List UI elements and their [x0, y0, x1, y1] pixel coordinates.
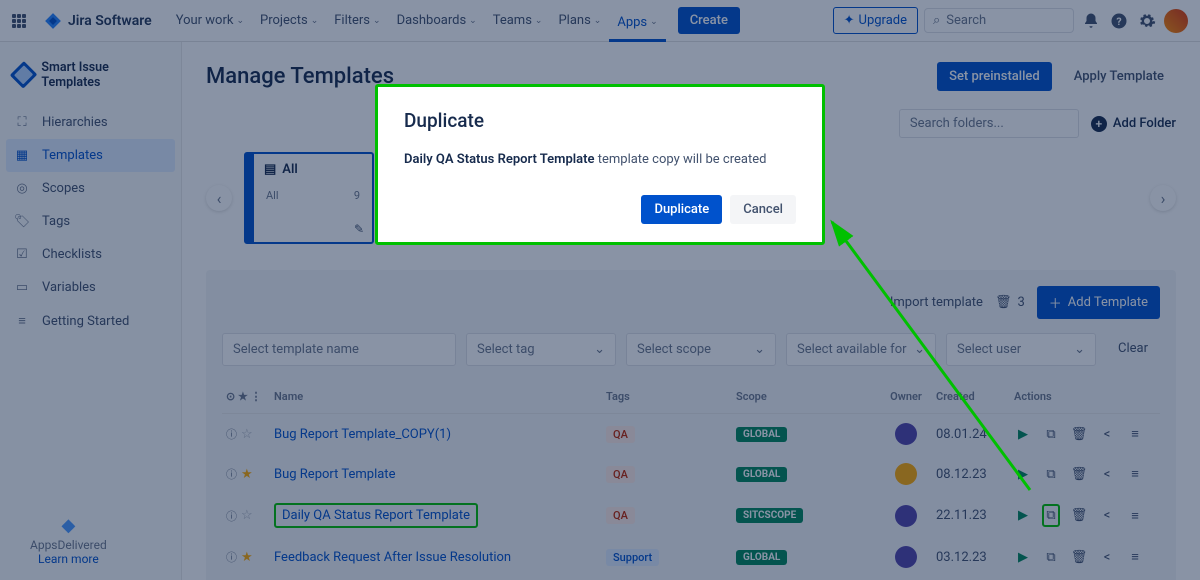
modal-title: Duplicate: [404, 109, 796, 132]
modal-cancel-button[interactable]: Cancel: [730, 195, 796, 224]
duplicate-modal: Duplicate Daily QA Status Report Templat…: [375, 84, 825, 245]
modal-duplicate-button[interactable]: Duplicate: [641, 195, 722, 224]
modal-message: Daily QA Status Report Template template…: [404, 152, 796, 167]
